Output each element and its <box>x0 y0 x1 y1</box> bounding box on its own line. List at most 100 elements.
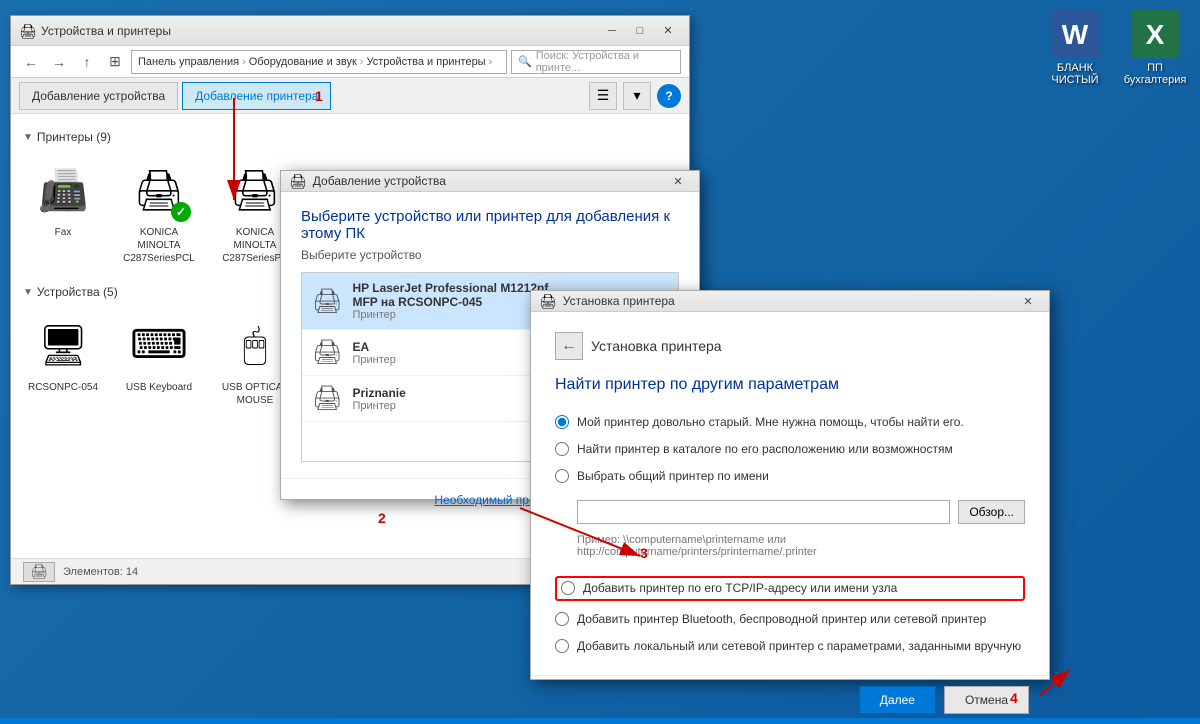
window-controls: ─ □ ✕ <box>599 21 681 41</box>
status-icon: 🖨 <box>23 562 55 582</box>
radio-input-4[interactable] <box>561 581 575 595</box>
add-device-close-button[interactable]: ✕ <box>665 171 691 191</box>
radio-item-4[interactable]: Добавить принтер по его TCP/IP-адресу ил… <box>555 576 1025 601</box>
fax-label: Fax <box>55 226 72 239</box>
radio-label-6: Добавить локальный или сетевой принтер с… <box>577 638 1021 655</box>
radio-input-2[interactable] <box>555 442 569 456</box>
km1-icon: 🖨 ✓ <box>127 158 191 222</box>
radio-input-3[interactable] <box>555 469 569 483</box>
printer-path-input[interactable] <box>577 500 950 524</box>
km1-label: KONICAMINOLTAC287SeriesPCL <box>123 226 195 265</box>
view-button[interactable]: ☰ <box>589 82 617 110</box>
install-title: Установка принтера <box>591 338 722 354</box>
minimize-button[interactable]: ─ <box>599 21 625 41</box>
desktop-icon-word[interactable]: W БЛАНК ЧИСТЫЙ <box>1040 10 1110 86</box>
printers-label: Принтеры (9) <box>37 130 111 144</box>
breadcrumb-part2: Оборудование и звук <box>249 56 357 68</box>
keyboard-label: USB Keyboard <box>126 381 192 394</box>
toolbar: Добавление устройства Добавление принтер… <box>11 78 689 114</box>
add-device-dialog-title: Добавление устройства <box>313 174 665 188</box>
devices-expand-icon[interactable]: ▼ <box>23 287 33 298</box>
desktop: W БЛАНК ЧИСТЫЙ X ПП бухгалтерия 🖨 Устрой… <box>0 0 1200 718</box>
radio-label-3: Выбрать общий принтер по имени <box>577 468 769 485</box>
km2-icon: 🖨 <box>223 158 287 222</box>
device-km1[interactable]: 🖨 ✓ KONICAMINOLTAC287SeriesPCL <box>119 154 199 269</box>
install-nav: ← Установка принтера <box>555 332 1025 360</box>
fax-icon: 📠 <box>31 158 95 222</box>
breadcrumb-part1: Панель управления <box>138 56 239 68</box>
install-titlebar: 🖨 Установка принтера ✕ <box>531 291 1049 312</box>
install-dialog-title: Установка принтера <box>563 294 1015 308</box>
radio-label-5: Добавить принтер Bluetooth, беспроводной… <box>577 611 986 628</box>
desktop-icons-area: W БЛАНК ЧИСТЫЙ X ПП бухгалтерия <box>1040 10 1190 86</box>
install-dialog-icon: 🖨 <box>539 293 557 310</box>
add-printer-button[interactable]: Добавление принтера <box>182 82 331 110</box>
install-footer: Далее Отмена <box>531 675 1049 724</box>
radio-label-2: Найти принтер в каталоге по его располож… <box>577 441 953 458</box>
km2-label: KONICAMINOLTAC287SeriesPS <box>222 226 288 265</box>
svg-text:X: X <box>1146 19 1165 50</box>
radio-item-3[interactable]: Выбрать общий принтер по имени <box>555 468 1025 485</box>
printers-section-header: ▼ Принтеры (9) <box>23 130 677 144</box>
radio-input-1[interactable] <box>555 415 569 429</box>
up-button[interactable]: ↑ <box>75 50 99 74</box>
breadcrumb: Панель управления › Оборудование и звук … <box>131 50 507 74</box>
desktop-icon-excel-label: ПП бухгалтерия <box>1120 62 1190 86</box>
refresh-button[interactable]: ⊞ <box>103 50 127 74</box>
install-close-button[interactable]: ✕ <box>1015 291 1041 311</box>
devices-label: Устройства (5) <box>37 285 118 299</box>
keyboard-icon: ⌨ <box>127 313 191 377</box>
install-printer-dialog: 🖨 Установка принтера ✕ ← Установка принт… <box>530 290 1050 680</box>
step4-label: 4 <box>1010 690 1018 706</box>
help-button[interactable]: ? <box>657 84 681 108</box>
next-button[interactable]: Далее <box>859 686 936 714</box>
text-input-row: Обзор... <box>577 500 1025 524</box>
device-keyboard[interactable]: ⌨ USB Keyboard <box>119 309 199 424</box>
radio-item-5[interactable]: Добавить принтер Bluetooth, беспроводной… <box>555 611 1025 628</box>
forward-button[interactable]: → <box>47 50 71 74</box>
main-window-titlebar: 🖨 Устройства и принтеры ─ □ ✕ <box>11 16 689 46</box>
rcsonpc-label: RCSONPC-054 <box>28 381 98 394</box>
add-device-heading: Выберите устройство или принтер для доба… <box>301 208 679 242</box>
maximize-button[interactable]: □ <box>627 21 653 41</box>
breadcrumb-part3: Устройства и принтеры <box>366 56 485 68</box>
search-box[interactable]: 🔍 Поиск: Устройства и принте... <box>511 50 681 74</box>
mouse-icon: 🖱 <box>223 313 287 377</box>
add-device-dialog-icon: 🖨 <box>289 173 307 190</box>
browse-button[interactable]: Обзор... <box>958 500 1025 524</box>
add-device-subheading: Выберите устройство <box>301 248 679 262</box>
radio-item-6[interactable]: Добавить локальный или сетевой принтер с… <box>555 638 1025 655</box>
install-heading: Найти принтер по другим параметрам <box>555 376 1025 394</box>
add-device-window-controls: ✕ <box>665 171 691 191</box>
step3-label: 3 <box>640 545 648 561</box>
checkmark-icon: ✓ <box>171 202 191 222</box>
radio-input-6[interactable] <box>555 639 569 653</box>
device-fax[interactable]: 📠 Fax <box>23 154 103 269</box>
main-window-title: Устройства и принтеры <box>41 24 599 38</box>
rcsonpc-icon: 🖥 <box>31 313 95 377</box>
desktop-icon-word-label: БЛАНК ЧИСТЫЙ <box>1040 62 1110 86</box>
device-rcsonpc[interactable]: 🖥 RCSONPC-054 <box>23 309 103 424</box>
radio-label-1: Мой принтер довольно старый. Мне нужна п… <box>577 414 964 431</box>
view-dropdown-button[interactable]: ▾ <box>623 82 651 110</box>
svg-text:W: W <box>1062 19 1089 50</box>
radio-group: Мой принтер довольно старый. Мне нужна п… <box>555 414 1025 655</box>
status-items-count: Элементов: 14 <box>63 566 138 578</box>
radio-item-1[interactable]: Мой принтер довольно старый. Мне нужна п… <box>555 414 1025 431</box>
close-button[interactable]: ✕ <box>655 21 681 41</box>
step2-label: 2 <box>378 510 386 526</box>
search-placeholder-text: Поиск: Устройства и принте... <box>536 50 674 74</box>
hp-printer-icon: 🖨 <box>312 287 342 316</box>
radio-input-5[interactable] <box>555 612 569 626</box>
printers-expand-icon[interactable]: ▼ <box>23 132 33 143</box>
radio-item-2[interactable]: Найти принтер в каталоге по его располож… <box>555 441 1025 458</box>
search-icon: 🔍 <box>518 55 532 68</box>
desktop-icon-excel[interactable]: X ПП бухгалтерия <box>1120 10 1190 86</box>
add-device-button[interactable]: Добавление устройства <box>19 82 178 110</box>
address-bar: ← → ↑ ⊞ Панель управления › Оборудование… <box>11 46 689 78</box>
ea-printer-icon: 🖨 <box>312 338 342 367</box>
word-icon: W <box>1051 10 1099 58</box>
install-back-button[interactable]: ← <box>555 332 583 360</box>
install-window-controls: ✕ <box>1015 291 1041 311</box>
back-button[interactable]: ← <box>19 50 43 74</box>
